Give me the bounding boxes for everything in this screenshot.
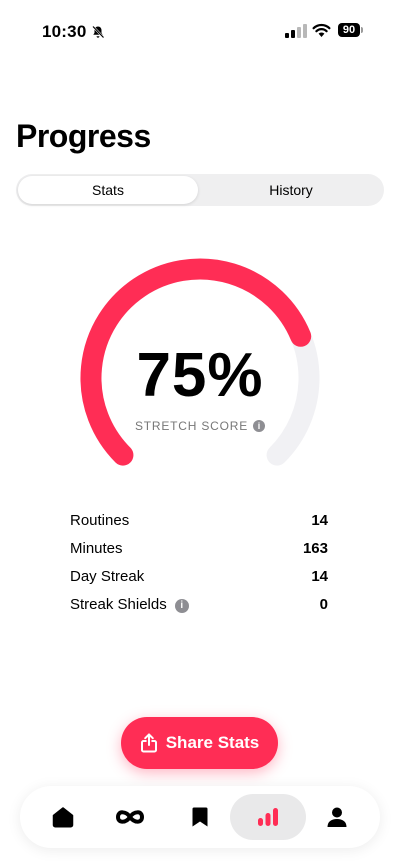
tab-home[interactable]: [40, 794, 86, 840]
stat-value: 14: [311, 512, 328, 529]
stat-row-routines: Routines 14: [70, 512, 328, 536]
home-icon: [52, 807, 74, 828]
infinity-icon: [115, 810, 145, 824]
segmented-control: Stats History: [16, 174, 384, 206]
stat-label: Minutes: [70, 540, 123, 557]
profile-icon: [327, 807, 347, 827]
status-time: 10:30: [42, 22, 87, 41]
stat-row-day-streak: Day Streak 14: [70, 568, 328, 592]
stat-label: Routines: [70, 512, 130, 529]
battery-indicator: 90: [338, 23, 364, 38]
tab-progress[interactable]: [230, 794, 306, 840]
score-label: STRETCH SCORE: [134, 419, 249, 433]
stat-row-minutes: Minutes 163: [70, 540, 328, 564]
bottom-tab-bar: [20, 786, 380, 848]
tab-stats[interactable]: Stats: [18, 176, 198, 204]
stat-label-row: Streak Shields i: [70, 596, 189, 613]
tab-history[interactable]: History: [200, 176, 382, 204]
score-label-row: STRETCH SCORE i: [0, 419, 400, 433]
bookmark-icon: [192, 807, 208, 827]
stat-value: 163: [302, 540, 328, 557]
cellular-signal-icon: [285, 24, 307, 38]
stat-label: Streak Shields: [70, 596, 167, 613]
tab-routines[interactable]: [107, 794, 153, 840]
share-icon: [140, 733, 157, 753]
score-value: 75%: [136, 341, 264, 410]
stat-label: Day Streak: [70, 568, 145, 585]
bell-muted-icon: [92, 25, 105, 39]
wifi-icon: [312, 23, 331, 37]
tab-saved[interactable]: [177, 794, 223, 840]
battery-level: 90: [338, 23, 360, 37]
tab-profile[interactable]: [314, 794, 360, 840]
info-icon[interactable]: i: [253, 420, 266, 432]
stat-row-streak-shields: Streak Shields i 0: [70, 596, 328, 620]
page-title: Progress: [16, 118, 151, 154]
stat-value: 14: [311, 568, 328, 585]
stats-icon: [258, 808, 278, 826]
info-icon[interactable]: i: [174, 599, 189, 613]
stat-value: 0: [319, 596, 328, 613]
share-stats-button[interactable]: Share Stats: [121, 717, 278, 769]
share-stats-label: Share Stats: [165, 733, 260, 752]
